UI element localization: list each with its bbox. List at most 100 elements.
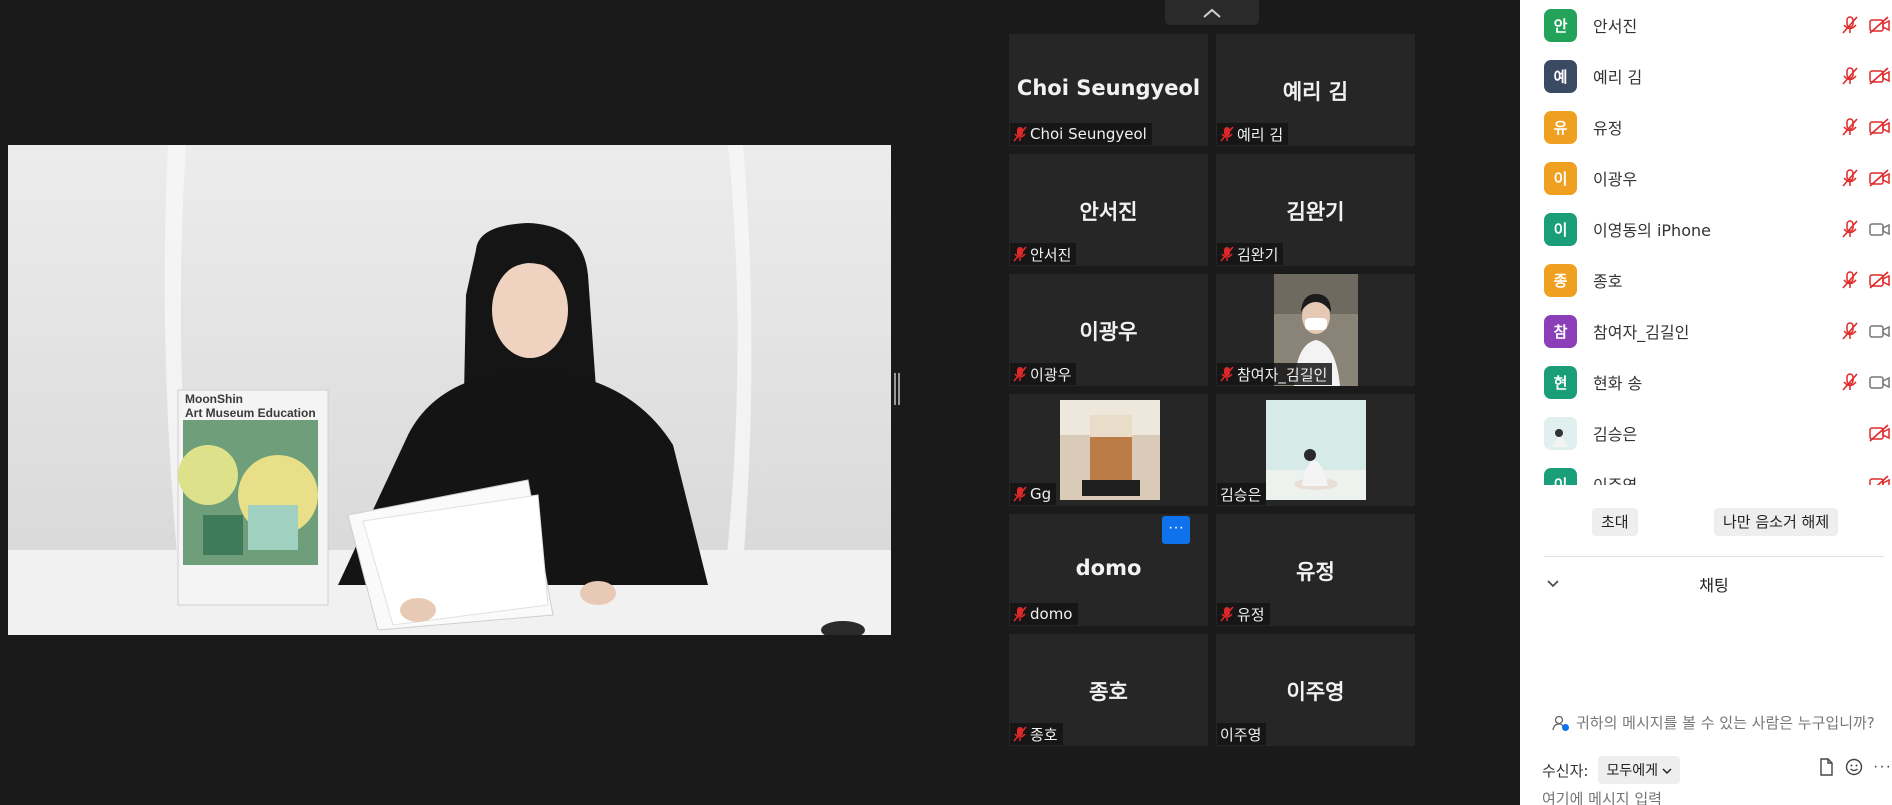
video-camera-icon[interactable] (1868, 321, 1892, 341)
video-tile[interactable]: 이광우 이광우 (1009, 274, 1208, 386)
chat-section-header[interactable]: 채팅 (1544, 556, 1884, 609)
active-speaker-video[interactable]: MoonShin Art Museum Education (8, 145, 891, 635)
mic-muted-icon[interactable] (1840, 219, 1860, 239)
participant-row[interactable]: 안 안서진 (1544, 8, 1892, 42)
video-tile[interactable]: 예리 김 예리 김 (1216, 34, 1415, 146)
tile-name-label: 예리 김 (1217, 123, 1289, 145)
video-tile[interactable]: 이주영 이주영 (1216, 634, 1415, 746)
tile-label-text: Choi Seungyeol (1030, 125, 1147, 143)
participant-row[interactable]: 현 현화 송 (1544, 365, 1892, 399)
tile-label-text: 종호 (1030, 725, 1058, 744)
participant-row[interactable]: 예 예리 김 (1544, 59, 1892, 93)
recipient-value: 모두에게 (1606, 763, 1658, 779)
video-off-icon[interactable] (1868, 168, 1892, 188)
tile-display-name: 김완기 (1286, 200, 1345, 224)
tile-label-text: 안서진 (1030, 245, 1072, 264)
video-tile[interactable]: ··· domo domo (1009, 514, 1208, 626)
participant-row[interactable]: 이 이영동의 iPhone (1544, 212, 1892, 246)
video-tile[interactable]: 김완기 김완기 (1216, 154, 1415, 266)
chat-privacy-note[interactable]: 귀하의 메시지를 볼 수 있는 사람은 누구입니까? (1552, 712, 1875, 733)
chat-message-input[interactable] (1542, 790, 1842, 805)
avatar: 안 (1544, 8, 1577, 42)
recipient-select[interactable]: 모두에게 (1598, 756, 1681, 784)
yoga-photo-image (1266, 400, 1366, 500)
mic-muted-icon (1220, 126, 1234, 142)
video-off-icon[interactable] (1868, 117, 1892, 137)
poster-title-line2: Art Museum Education (185, 406, 316, 420)
panel-resize-handle[interactable] (894, 373, 900, 405)
participant-row[interactable]: 유 유정 (1544, 110, 1892, 144)
video-off-icon[interactable] (1868, 474, 1892, 485)
participant-name: 김승은 (1593, 425, 1638, 444)
video-tile[interactable]: Gg (1009, 394, 1208, 506)
video-tile[interactable]: 유정 유정 (1216, 514, 1415, 626)
video-tile[interactable]: 김승은 (1216, 394, 1415, 506)
video-off-icon[interactable] (1868, 423, 1892, 443)
video-tile[interactable]: 안서진 안서진 (1009, 154, 1208, 266)
mic-muted-icon[interactable] (1840, 15, 1860, 35)
file-icon[interactable] (1817, 758, 1835, 776)
participants-list[interactable]: 안 안서진 예 예리 김 유 유정 이 이광우 이 이영동의 iPhone 종 … (1520, 0, 1892, 485)
tile-label-text: 예리 김 (1237, 125, 1284, 144)
participant-row[interactable]: 참 참여자_김길인 (1544, 314, 1892, 348)
participant-status-icons (1840, 321, 1892, 341)
mic-muted-icon (1013, 726, 1027, 742)
mic-muted-icon[interactable] (1840, 117, 1860, 137)
tile-display-name: 예리 김 (1282, 80, 1349, 104)
more-options-icon[interactable]: ··· (1873, 758, 1892, 776)
mic-muted-icon[interactable] (1840, 66, 1860, 86)
tile-display-name: Choi Seungyeol (1016, 76, 1201, 100)
tile-label-text: 김승은 (1220, 485, 1262, 504)
video-off-icon[interactable] (1868, 66, 1892, 86)
participant-row[interactable]: 이 이광우 (1544, 161, 1892, 195)
video-tile[interactable]: 종호 종호 (1009, 634, 1208, 746)
participant-row[interactable]: 김승은 (1544, 416, 1892, 450)
avatar: 이 (1544, 467, 1577, 485)
tile-name-label: 유정 (1217, 603, 1270, 625)
avatar-photo (1544, 416, 1577, 450)
participant-status-icons (1840, 270, 1892, 290)
unmute-self-button[interactable]: 나만 음소거 해제 (1714, 508, 1839, 536)
collapse-gallery-button[interactable] (1165, 0, 1259, 25)
video-off-icon[interactable] (1868, 270, 1892, 290)
participant-status-icons (1840, 219, 1892, 239)
invite-button[interactable]: 초대 (1592, 508, 1638, 536)
mic-muted-icon[interactable] (1840, 372, 1860, 392)
tile-name-label: 이광우 (1010, 363, 1077, 385)
video-camera-icon[interactable] (1868, 372, 1892, 392)
participant-row[interactable]: 종 종호 (1544, 263, 1892, 297)
avatar: 유 (1544, 110, 1577, 144)
tile-label-text: Gg (1030, 485, 1052, 503)
tile-label-text: 이주영 (1220, 725, 1262, 744)
avatar: 예 (1544, 59, 1577, 93)
video-off-icon[interactable] (1868, 15, 1892, 35)
video-camera-icon[interactable] (1868, 219, 1892, 239)
tile-name-label: Gg (1010, 483, 1057, 505)
more-dots-icon: ··· (1168, 519, 1184, 536)
tile-name-label: 이주영 (1217, 723, 1267, 745)
participant-row[interactable]: 이 이주영 (1544, 467, 1892, 485)
video-tile[interactable]: Choi Seungyeol Choi Seungyeol (1009, 34, 1208, 146)
avatar: 이 (1544, 161, 1577, 195)
video-tile[interactable]: 참여자_김길인 (1216, 274, 1415, 386)
chevron-down-icon (1662, 768, 1672, 775)
chat-tools: ··· (1817, 758, 1892, 776)
participant-status-icons (1868, 423, 1892, 443)
recipient-label: 수신자: (1542, 761, 1589, 780)
tile-display-name: 유정 (1296, 560, 1335, 584)
mic-muted-icon[interactable] (1840, 168, 1860, 188)
person-info-icon (1552, 715, 1569, 731)
participant-status-icons (1840, 168, 1892, 188)
mic-muted-icon (1013, 246, 1027, 262)
participant-profile-photo (1060, 400, 1160, 500)
avatar: 종 (1544, 263, 1577, 297)
mic-muted-icon[interactable] (1840, 270, 1860, 290)
side-panel: 안 안서진 예 예리 김 유 유정 이 이광우 이 이영동의 iPhone 종 … (1520, 0, 1892, 805)
emoji-icon[interactable] (1845, 758, 1863, 776)
mic-muted-icon (1013, 606, 1027, 622)
chat-privacy-note-text: 귀하의 메시지를 볼 수 있는 사람은 누구입니까? (1576, 714, 1875, 732)
tile-name-label: 김승은 (1217, 483, 1267, 505)
mic-muted-icon[interactable] (1840, 321, 1860, 341)
more-options-button[interactable]: ··· (1162, 516, 1190, 544)
tile-name-label: 참여자_김길인 (1217, 363, 1333, 385)
